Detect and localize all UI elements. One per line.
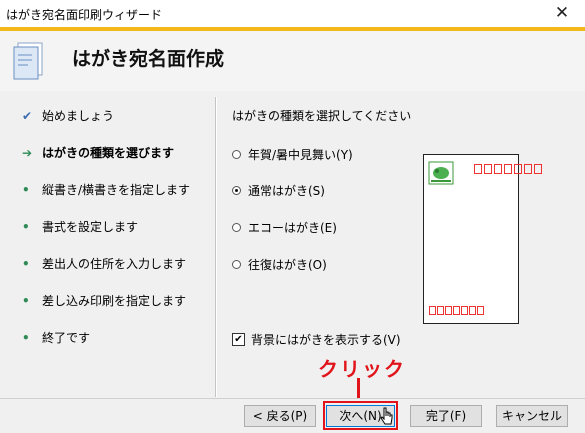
prompt-label: はがきの種類を選択してください [232,109,412,123]
title-bar: はがき宛名面印刷ウィザード ✕ [0,0,585,27]
window-title: はがき宛名面印刷ウィザード [6,8,163,22]
radio-button[interactable] [232,222,241,232]
checkbox-label: 背景にはがきを表示する(V) [251,333,401,347]
stamp-icon [428,161,454,185]
postal-code-boxes [474,164,544,174]
wizard-body: ✔ 始めましょう ➔ はがきの種類を選びます • 縦書き/横書きを指定します • 書式を… [0,91,585,398]
radio-echo[interactable]: エコーはがき(E) [232,218,337,236]
step-label: 縦書き/横書きを指定します [42,183,191,197]
check-icon: ✔ [22,109,33,123]
bullet-icon: • [22,257,30,271]
checkbox-icon[interactable]: ✔ [232,333,245,346]
cursor-icon [380,407,393,425]
radio-label: エコーはがき(E) [248,220,337,235]
step-item: • 縦書き/横書きを指定します [22,181,190,201]
radio-button[interactable] [232,149,241,159]
radio-label: 年賀/暑中見舞い(Y) [248,147,353,162]
document-icon [13,42,43,80]
step-label: はがきの種類を選びます [42,146,175,160]
step-label: 差し込み印刷を指定します [42,294,187,308]
step-item: • 書式を設定します [22,218,138,238]
bullet-icon: • [22,331,30,345]
panel-divider [215,97,217,397]
radio-label: 通常はがき(S) [248,183,325,198]
finish-button[interactable]: 完了(F) [410,405,482,427]
radio-button[interactable] [232,259,241,269]
step-item: • 差出人の住所を入力します [22,255,186,275]
bullet-icon: • [22,220,30,234]
wizard-header: はがき宛名面作成 [0,27,585,91]
step-list: ✔ 始めましょう ➔ はがきの種類を選びます • 縦書き/横書きを指定します • 書式を… [0,91,210,398]
step-label: 始めましょう [42,109,115,123]
step-label: 終了です [42,331,91,345]
step-item: ✔ 始めましょう [22,107,114,127]
radio-normal[interactable]: 通常はがき(S) [232,181,325,199]
radio-nenga[interactable]: 年賀/暑中見舞い(Y) [232,145,353,163]
postcard-preview [423,154,542,324]
show-background-checkbox[interactable]: ✔ 背景にはがきを表示する(V) [232,331,401,348]
step-item: • 終了です [22,329,90,349]
step-label: 書式を設定します [42,220,139,234]
cancel-button[interactable]: キャンセル [496,405,568,427]
page-title: はがき宛名面作成 [72,48,225,70]
click-annotation: クリック [318,357,406,381]
radio-ofuku[interactable]: 往復はがき(O) [232,255,327,273]
bullet-icon: • [22,294,30,308]
arrow-icon: ➔ [22,146,33,160]
step-item: ➔ はがきの種類を選びます [22,144,174,164]
button-bar: < 戻る(P) 次へ(N) 完了(F) キャンセル [0,398,585,433]
radio-button[interactable] [232,185,241,195]
step-label: 差出人の住所を入力します [42,257,187,271]
radio-label: 往復はがき(O) [248,257,327,272]
sender-postal-boxes [429,306,485,315]
step-item: • 差し込み印刷を指定します [22,292,186,312]
close-icon[interactable]: ✕ [549,2,575,24]
bullet-icon: • [22,183,30,197]
back-button[interactable]: < 戻る(P) [244,405,316,427]
